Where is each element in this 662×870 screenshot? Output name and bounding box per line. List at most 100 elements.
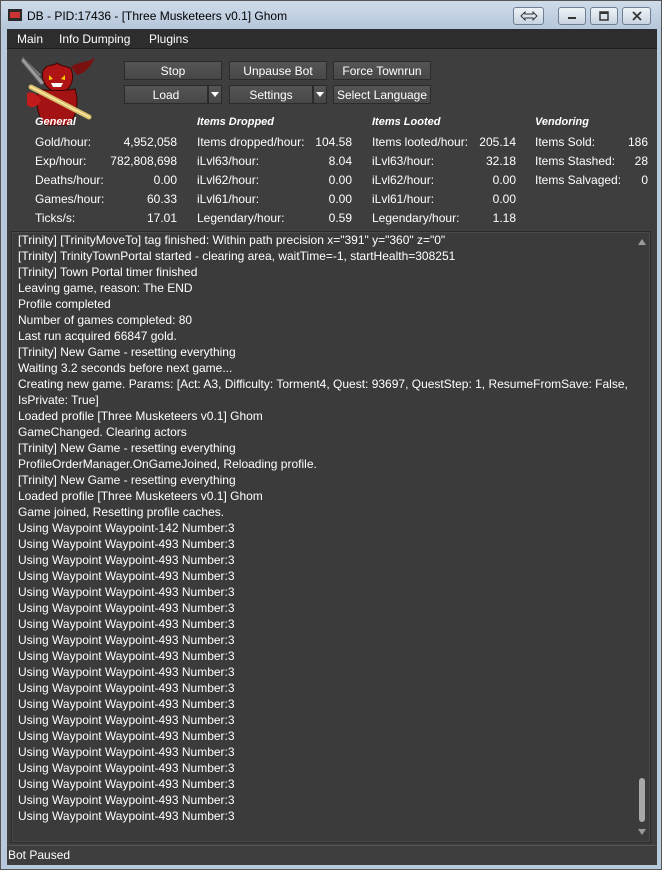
stat-value: 17.01: [146, 211, 177, 225]
log-line: [Trinity] TrinityTownPortal started - cl…: [18, 249, 456, 263]
stat-label: Ticks/s:: [35, 211, 76, 225]
select-language-button[interactable]: Select Language: [333, 85, 431, 104]
stat-label: Legendary/hour:: [197, 211, 285, 225]
stat-label: iLvl61/hour:: [197, 192, 260, 206]
stat-label: Items looted/hour:: [372, 135, 469, 149]
stat-value: 0.59: [328, 211, 352, 225]
restore-arrows-button[interactable]: [513, 7, 544, 25]
log-lines: [Trinity] [TrinityMoveTo] tag finished: …: [18, 232, 632, 824]
stat-label: Legendary/hour:: [372, 211, 460, 225]
restore-arrows-icon: [519, 11, 538, 21]
general-heading: General: [35, 116, 76, 128]
stat-value: 0.00: [328, 173, 352, 187]
log-line: Using Waypoint Waypoint-493 Number:3: [18, 761, 235, 775]
settings-dropdown[interactable]: [313, 85, 327, 104]
log-line: Number of games completed: 80: [18, 313, 193, 327]
stat-value: 0: [641, 173, 648, 187]
stat-value: 1.18: [492, 211, 516, 225]
stat-value: 0.00: [328, 192, 352, 206]
log-line: Loaded profile [Three Musketeers v0.1] G…: [18, 409, 263, 423]
window-title: DB - PID:17436 - [Three Musketeers v0.1]…: [27, 9, 288, 23]
log-line: ProfileOrderManager.OnGameJoined, Reload…: [18, 457, 317, 471]
app-icon: [8, 9, 22, 21]
stat-label: iLvl62/hour:: [197, 173, 260, 187]
stop-button[interactable]: Stop: [124, 61, 222, 80]
log-line: Creating new game. Params: [Act: A3, Dif…: [18, 377, 628, 407]
stat-value: 4,952,058: [123, 135, 177, 149]
items-dropped-heading: Items Dropped: [197, 116, 275, 128]
log-line: Using Waypoint Waypoint-493 Number:3: [18, 729, 235, 743]
log-line: Using Waypoint Waypoint-142 Number:3: [18, 521, 235, 535]
force-townrun-button[interactable]: Force Townrun: [333, 61, 431, 80]
log-line: GameChanged. Clearing actors: [18, 425, 187, 439]
stat-value: 104.58: [315, 135, 352, 149]
stat-value: 0.00: [492, 192, 516, 206]
log-line: Using Waypoint Waypoint-493 Number:3: [18, 697, 235, 711]
stat-value: 0.00: [492, 173, 516, 187]
vendoring-heading: Vendoring: [535, 116, 589, 128]
status-bar: Bot Paused: [7, 845, 657, 865]
log-line: Using Waypoint Waypoint-493 Number:3: [18, 809, 235, 823]
stat-label: Deaths/hour:: [35, 173, 104, 187]
client-area: Main Info Dumping Plugins Stop Unpause B…: [7, 29, 657, 865]
maximize-icon: [599, 11, 609, 21]
stat-label: Items Stashed:: [535, 154, 616, 168]
log-scrollbar[interactable]: [635, 233, 649, 841]
menu-plugins[interactable]: Plugins: [145, 32, 192, 46]
chevron-down-icon: [316, 92, 324, 97]
log-line: Last run acquired 66847 gold.: [18, 329, 177, 343]
menu-main[interactable]: Main: [13, 32, 47, 46]
status-text: Bot Paused: [8, 848, 71, 862]
log-line: Using Waypoint Waypoint-493 Number:3: [18, 777, 235, 791]
scrollbar-thumb[interactable]: [639, 778, 645, 822]
settings-button[interactable]: Settings: [229, 85, 313, 104]
stat-label: Gold/hour:: [35, 135, 92, 149]
log-line: Using Waypoint Waypoint-493 Number:3: [18, 713, 235, 727]
scroll-down-button[interactable]: [637, 827, 647, 837]
log-line: Using Waypoint Waypoint-493 Number:3: [18, 553, 235, 567]
stat-value: 60.33: [146, 192, 177, 206]
stat-label: Items dropped/hour:: [197, 135, 305, 149]
log-line: [Trinity] New Game - resetting everythin…: [18, 345, 236, 359]
stat-value: 8.04: [328, 154, 352, 168]
menu-bar: Main Info Dumping Plugins: [7, 29, 657, 49]
stat-label: iLvl63/hour:: [197, 154, 260, 168]
log-line: Using Waypoint Waypoint-493 Number:3: [18, 649, 235, 663]
title-bar[interactable]: DB - PID:17436 - [Three Musketeers v0.1]…: [1, 1, 661, 29]
log-line: Using Waypoint Waypoint-493 Number:3: [18, 569, 235, 583]
maximize-button[interactable]: [590, 7, 618, 25]
log-line: Using Waypoint Waypoint-493 Number:3: [18, 601, 235, 615]
scroll-up-button[interactable]: [637, 237, 647, 247]
log-line: Using Waypoint Waypoint-493 Number:3: [18, 585, 235, 599]
stat-value: 782,808,698: [110, 154, 177, 168]
log-line: Using Waypoint Waypoint-493 Number:3: [18, 745, 235, 759]
load-button[interactable]: Load: [124, 85, 208, 104]
minimize-icon: [568, 17, 576, 19]
log-line: Using Waypoint Waypoint-493 Number:3: [18, 665, 235, 679]
stat-value: 186: [627, 135, 648, 149]
chevron-down-icon: [211, 92, 219, 97]
minimize-button[interactable]: [558, 7, 586, 25]
scroll-down-icon: [638, 829, 646, 835]
unpause-bot-button[interactable]: Unpause Bot: [229, 61, 327, 80]
log-line: Using Waypoint Waypoint-493 Number:3: [18, 537, 235, 551]
log-line: Using Waypoint Waypoint-493 Number:3: [18, 681, 235, 695]
close-icon: [631, 11, 642, 21]
stat-value: 205.14: [479, 135, 516, 149]
log-line: Game joined, Resetting profile caches.: [18, 505, 225, 519]
stat-value: 32.18: [485, 154, 516, 168]
load-dropdown[interactable]: [208, 85, 222, 104]
close-button[interactable]: [622, 7, 651, 25]
stat-label: Games/hour:: [35, 192, 105, 206]
menu-info-dumping[interactable]: Info Dumping: [55, 32, 134, 46]
items-looted-heading: Items Looted: [372, 116, 441, 128]
stat-value: 0.00: [153, 173, 177, 187]
app-window: DB - PID:17436 - [Three Musketeers v0.1]…: [0, 0, 662, 870]
log-line: [Trinity] New Game - resetting everythin…: [18, 441, 236, 455]
log-line: Profile completed: [18, 297, 111, 311]
log-output[interactable]: [Trinity] [TrinityMoveTo] tag finished: …: [11, 231, 651, 843]
log-line: Waiting 3.2 seconds before next game...: [18, 361, 233, 375]
log-line: Loaded profile [Three Musketeers v0.1] G…: [18, 489, 263, 503]
stat-label: Items Sold:: [535, 135, 596, 149]
log-line: [Trinity] Town Portal timer finished: [18, 265, 198, 279]
